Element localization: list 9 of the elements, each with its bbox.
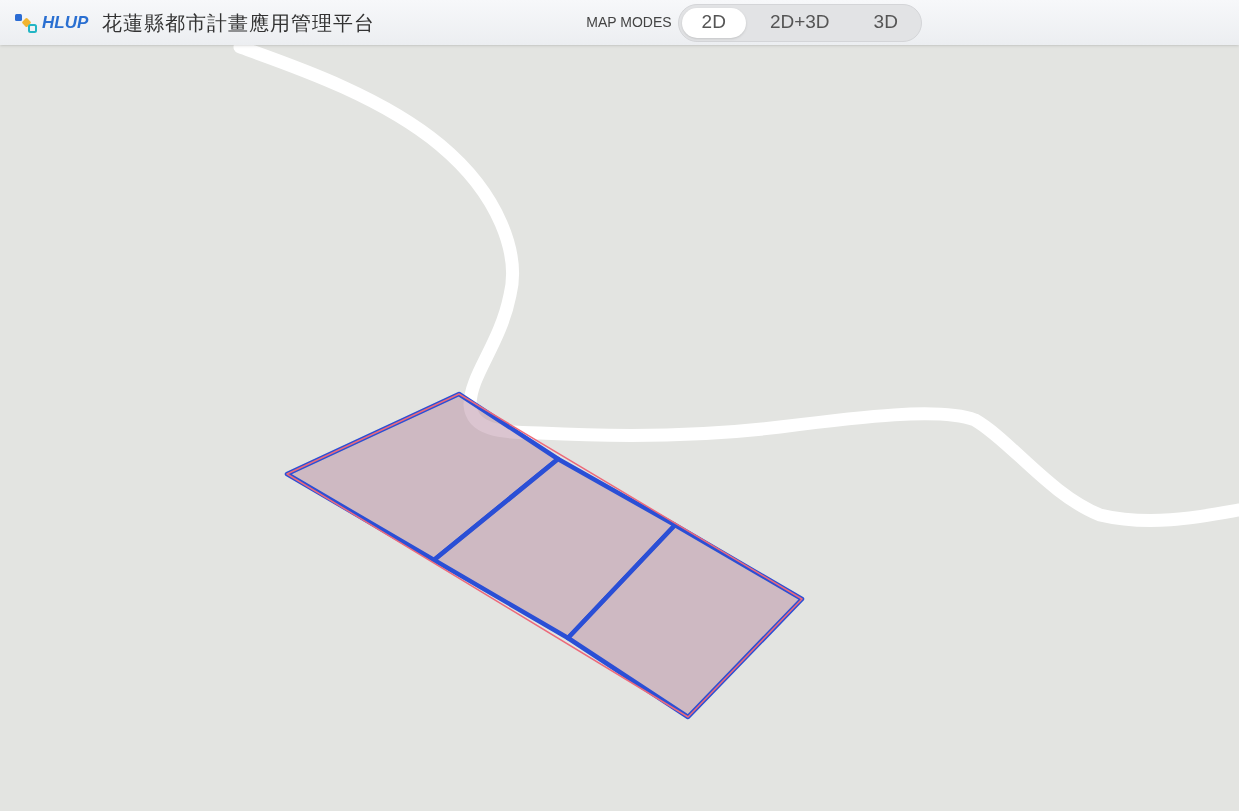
mode-tab[interactable]: 2D+3D — [749, 7, 850, 38]
mode-tab[interactable]: 3D — [853, 7, 918, 38]
logo-text: HLUP — [42, 11, 89, 34]
land-parcel[interactable] — [284, 391, 561, 563]
mode-tab[interactable]: 2D — [681, 7, 746, 38]
app-title: 花蓮縣都市計畫應用管理平台 — [102, 10, 376, 36]
map-modes-label: MAP MODES — [586, 13, 672, 32]
land-parcel[interactable] — [565, 522, 805, 720]
logo-icon — [14, 11, 40, 34]
